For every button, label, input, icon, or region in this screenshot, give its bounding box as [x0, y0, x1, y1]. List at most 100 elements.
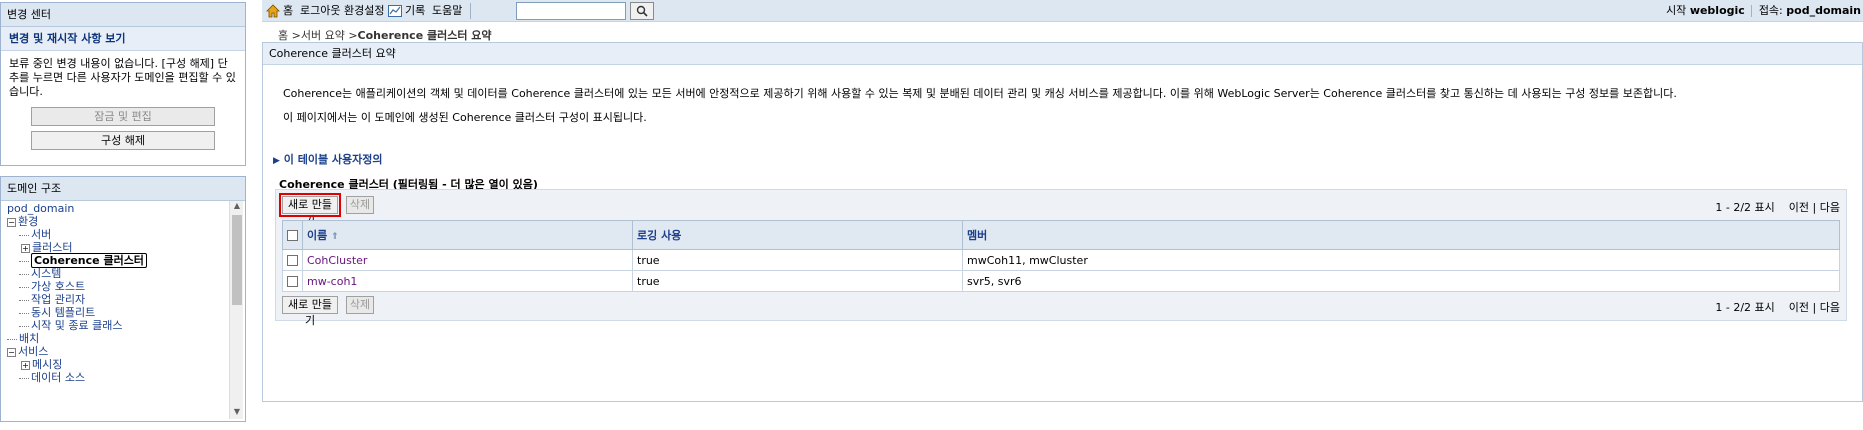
search-input[interactable]: [516, 2, 626, 20]
breadcrumb-separator: >: [288, 29, 301, 42]
customize-table-link[interactable]: ▶ 이 테이블 사용자정의: [273, 151, 383, 167]
connected-domain: pod_domain: [1786, 4, 1861, 17]
pager-top: 1 - 2/2 표시 이전 | 다음: [1715, 199, 1840, 215]
username: weblogic: [1689, 4, 1745, 17]
tree-connector: [19, 260, 29, 262]
user-info: 시작 weblogic 접속: pod_domain: [1666, 3, 1861, 19]
column-members-header[interactable]: 멤버: [962, 220, 1840, 250]
delete-button-bottom[interactable]: 삭제: [346, 296, 374, 314]
row-checkbox[interactable]: [287, 276, 298, 287]
table-panel: 새로 만들기 삭제 1 - 2/2 표시 이전 | 다음 이름 ⇑ 로깅 사용 …: [275, 189, 1847, 327]
expand-icon[interactable]: +: [21, 243, 30, 253]
tree-scrollbar[interactable]: ▲ ▼: [229, 201, 243, 419]
tree-connector: [19, 234, 29, 236]
table-row: CohCluster true mwCoh11, mwCluster: [282, 249, 1840, 271]
name-cell: CohCluster: [302, 249, 633, 271]
user-info-divider: [1751, 5, 1753, 17]
tree-item-label[interactable]: 시작 및 종료 클래스: [31, 319, 122, 332]
column-name-header[interactable]: 이름 ⇑: [302, 220, 633, 250]
description-paragraph-2: 이 페이지에서는 이 도메인에 생성된 Coherence 클러스터 구성이 표…: [283, 111, 647, 124]
pager-bottom: 1 - 2/2 표시 이전 | 다음: [1715, 299, 1840, 315]
home-icon: [266, 4, 280, 18]
pager-count: 1 - 2/2 표시: [1715, 201, 1775, 214]
domain-tree: pod_domain − 환경 서버 + 클러스터 Coherence 클러스터 시…: [5, 201, 231, 419]
row-checkbox[interactable]: [287, 255, 298, 266]
row-select-cell: [282, 270, 303, 292]
row-select-cell: [282, 249, 303, 271]
domain-structure-panel: 도메인 구조 pod_domain − 환경 서버 + 클러스터 Coherence…: [0, 176, 246, 422]
top-toolbar: 홈 로그아웃 환경설정 기록 도움말 시작 weblogic 접속: pod_d…: [262, 0, 1863, 22]
pager-separator: |: [1812, 201, 1817, 214]
page-title: Coherence 클러스터 요약: [263, 43, 1862, 65]
coherence-clusters-table: 이름 ⇑ 로깅 사용 멤버 CohCluster true mwCoh11, m…: [282, 220, 1840, 292]
logging-cell: true: [632, 249, 963, 271]
scrollbar-thumb[interactable]: [232, 215, 242, 305]
collapse-icon[interactable]: −: [7, 347, 16, 357]
table-row: mw-coh1 true svr5, svr6: [282, 270, 1840, 292]
pager-prev[interactable]: 이전: [1789, 201, 1809, 214]
column-logging-header[interactable]: 로깅 사용: [632, 220, 963, 250]
tree-connector: [19, 325, 29, 327]
column-name-label: 이름: [307, 229, 328, 242]
pager-next[interactable]: 다음: [1820, 201, 1840, 214]
logout-link[interactable]: 로그아웃: [300, 3, 340, 19]
record-label: 기록: [405, 4, 426, 17]
tree-connector: [19, 273, 29, 275]
search-icon: [636, 5, 648, 17]
breadcrumb-home[interactable]: 홈: [278, 29, 288, 42]
delete-button[interactable]: 삭제: [346, 196, 374, 214]
scroll-down-icon[interactable]: ▼: [230, 407, 244, 419]
table-header-row: 이름 ⇑ 로깅 사용 멤버: [282, 220, 1840, 250]
record-icon: [388, 5, 402, 17]
pager-separator: |: [1812, 301, 1817, 314]
name-cell: mw-coh1: [302, 270, 633, 292]
collapse-icon[interactable]: −: [7, 217, 16, 227]
view-changes-link[interactable]: 변경 및 재시작 사항 보기: [1, 27, 245, 51]
customize-table-label[interactable]: 이 테이블 사용자정의: [284, 153, 383, 166]
search-button[interactable]: [630, 2, 654, 20]
welcome-label: 시작: [1666, 4, 1687, 17]
scroll-up-icon[interactable]: ▲: [230, 201, 244, 213]
cluster-name-link[interactable]: CohCluster: [307, 254, 367, 267]
tree-connector: [19, 299, 29, 301]
change-center-message: 보류 중인 변경 내용이 없습니다. [구성 해제] 단추를 누르면 다른 사용…: [9, 57, 236, 98]
new-button[interactable]: 새로 만들기: [279, 193, 341, 227]
tree-item-label[interactable]: 데이터 소스: [31, 371, 85, 384]
pager-next[interactable]: 다음: [1820, 301, 1840, 314]
tree-item-data-sources[interactable]: 데이터 소스: [19, 370, 85, 386]
record-link[interactable]: 기록: [388, 3, 425, 19]
members-cell: svr5, svr6: [962, 270, 1840, 292]
connected-label: 접속:: [1758, 4, 1783, 17]
home-label: 홈: [283, 4, 294, 17]
toolbar-divider: [470, 3, 471, 19]
change-center-title: 변경 센터: [1, 3, 245, 27]
preferences-link[interactable]: 환경설정: [344, 3, 384, 19]
breadcrumb-current: Coherence 클러스터 요약: [357, 29, 492, 42]
breadcrumb-server-summary[interactable]: 서버 요약: [301, 29, 345, 42]
domain-structure-title: 도메인 구조: [1, 177, 245, 201]
help-link[interactable]: 도움말: [432, 3, 462, 19]
sort-ascending-icon: ⇑: [331, 232, 339, 242]
left-panel: 변경 센터 변경 및 재시작 사항 보기 보류 중인 변경 내용이 없습니다. …: [0, 0, 250, 430]
tree-connector: [19, 286, 29, 288]
home-link[interactable]: 홈: [266, 3, 293, 19]
cluster-name-link[interactable]: mw-coh1: [307, 275, 357, 288]
breadcrumb-separator: >: [344, 29, 358, 42]
new-button-bottom[interactable]: 새로 만들기: [282, 296, 338, 327]
description-paragraph: Coherence는 애플리케이션의 객체 및 데이터를 Coherence 클…: [283, 87, 1677, 100]
select-all-cell: [282, 220, 303, 250]
tree-connector: [7, 338, 17, 340]
expand-triangle-icon: ▶: [273, 156, 280, 166]
change-center-panel: 변경 센터 변경 및 재시작 사항 보기 보류 중인 변경 내용이 없습니다. …: [0, 2, 246, 166]
lock-and-edit-button[interactable]: 잠금 및 편집: [31, 107, 215, 126]
pager-count: 1 - 2/2 표시: [1715, 301, 1775, 314]
breadcrumb: 홈 >서버 요약 >Coherence 클러스터 요약: [278, 27, 492, 43]
select-all-checkbox[interactable]: [287, 230, 298, 241]
main-content: Coherence 클러스터 요약 Coherence는 애플리케이션의 객체 …: [262, 42, 1863, 402]
pager-prev[interactable]: 이전: [1789, 301, 1809, 314]
members-cell: mwCoh11, mwCluster: [962, 249, 1840, 271]
tree-connector: [19, 312, 29, 314]
release-configuration-button[interactable]: 구성 해제: [31, 131, 215, 150]
tree-connector: [19, 377, 29, 379]
expand-icon[interactable]: +: [21, 360, 30, 370]
